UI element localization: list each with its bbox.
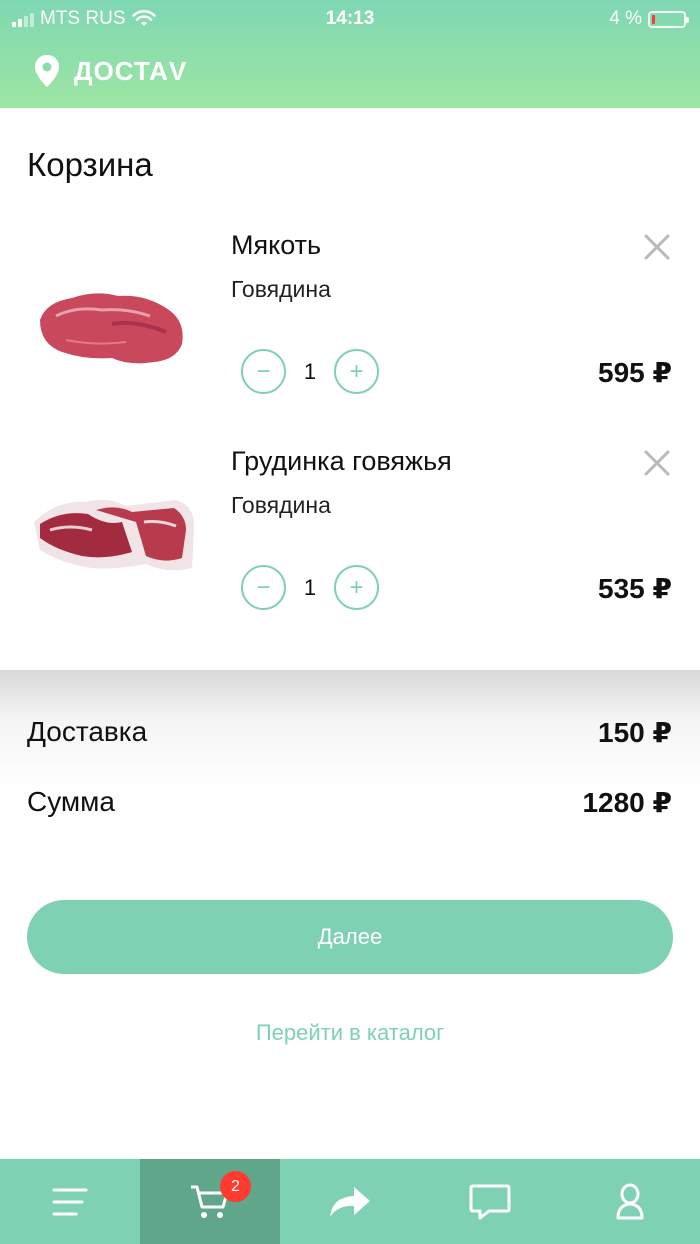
decrease-button[interactable]: −	[241, 349, 286, 394]
delivery-row: Доставка 150 ₽	[27, 716, 672, 749]
location-pin-icon	[35, 55, 59, 87]
product-category: Говядина	[231, 492, 331, 518]
profile-icon	[616, 1183, 644, 1219]
page-title: Корзина	[27, 146, 153, 183]
total-row: Сумма 1280 ₽	[27, 786, 672, 819]
chat-icon	[469, 1184, 511, 1219]
app-header: MTS RUS 14:13 4 % ДОСТАV	[0, 0, 700, 108]
product-category: Говядина	[231, 276, 331, 302]
catalog-link[interactable]: Перейти в каталог	[0, 1020, 700, 1046]
battery-percent: 4 %	[609, 8, 642, 29]
cart-badge: 2	[220, 1171, 251, 1202]
location-selector[interactable]: ДОСТАV	[34, 54, 187, 88]
product-image	[34, 499, 195, 571]
tab-menu[interactable]	[0, 1159, 140, 1244]
quantity-stepper: − 1 +	[241, 349, 379, 394]
item-price: 535 ₽	[598, 573, 672, 604]
tab-chat[interactable]	[420, 1159, 560, 1244]
remove-item-button[interactable]	[640, 446, 674, 480]
battery-group: 4 %	[609, 8, 689, 30]
quantity-value: 1	[303, 358, 317, 384]
tab-cart[interactable]: 2	[140, 1159, 280, 1244]
tab-profile[interactable]	[560, 1159, 700, 1244]
bottom-tabbar: 2	[0, 1159, 700, 1244]
share-icon	[330, 1186, 370, 1217]
total-value: 1280 ₽	[582, 787, 672, 818]
brand-name: ДОСТАV	[74, 55, 188, 86]
quantity-stepper: − 1 +	[241, 565, 379, 610]
menu-icon	[52, 1188, 88, 1215]
tab-share[interactable]	[280, 1159, 420, 1244]
total-label: Сумма	[27, 786, 115, 817]
cart-item: Грудинка говяжья Говядина − 1 + 535 ₽	[0, 436, 700, 636]
product-image	[40, 293, 183, 364]
decrease-button[interactable]: −	[241, 565, 286, 610]
next-button[interactable]: Далее	[27, 900, 673, 974]
cart-item: Мякоть Говядина − 1 + 595 ₽	[0, 220, 700, 420]
remove-item-button[interactable]	[640, 230, 674, 264]
delivery-label: Доставка	[27, 716, 148, 747]
battery-icon	[648, 10, 689, 28]
product-name: Мякоть	[231, 230, 322, 260]
quantity-value: 1	[303, 574, 317, 600]
increase-button[interactable]: +	[334, 565, 379, 610]
increase-button[interactable]: +	[334, 349, 379, 394]
product-name: Грудинка говяжья	[231, 446, 452, 476]
order-summary: Доставка 150 ₽	[0, 670, 700, 790]
clock: 14:13	[325, 8, 375, 29]
delivery-value: 150 ₽	[598, 717, 672, 748]
item-price: 595 ₽	[598, 357, 672, 388]
status-bar: MTS RUS 14:13 4 %	[0, 0, 700, 36]
